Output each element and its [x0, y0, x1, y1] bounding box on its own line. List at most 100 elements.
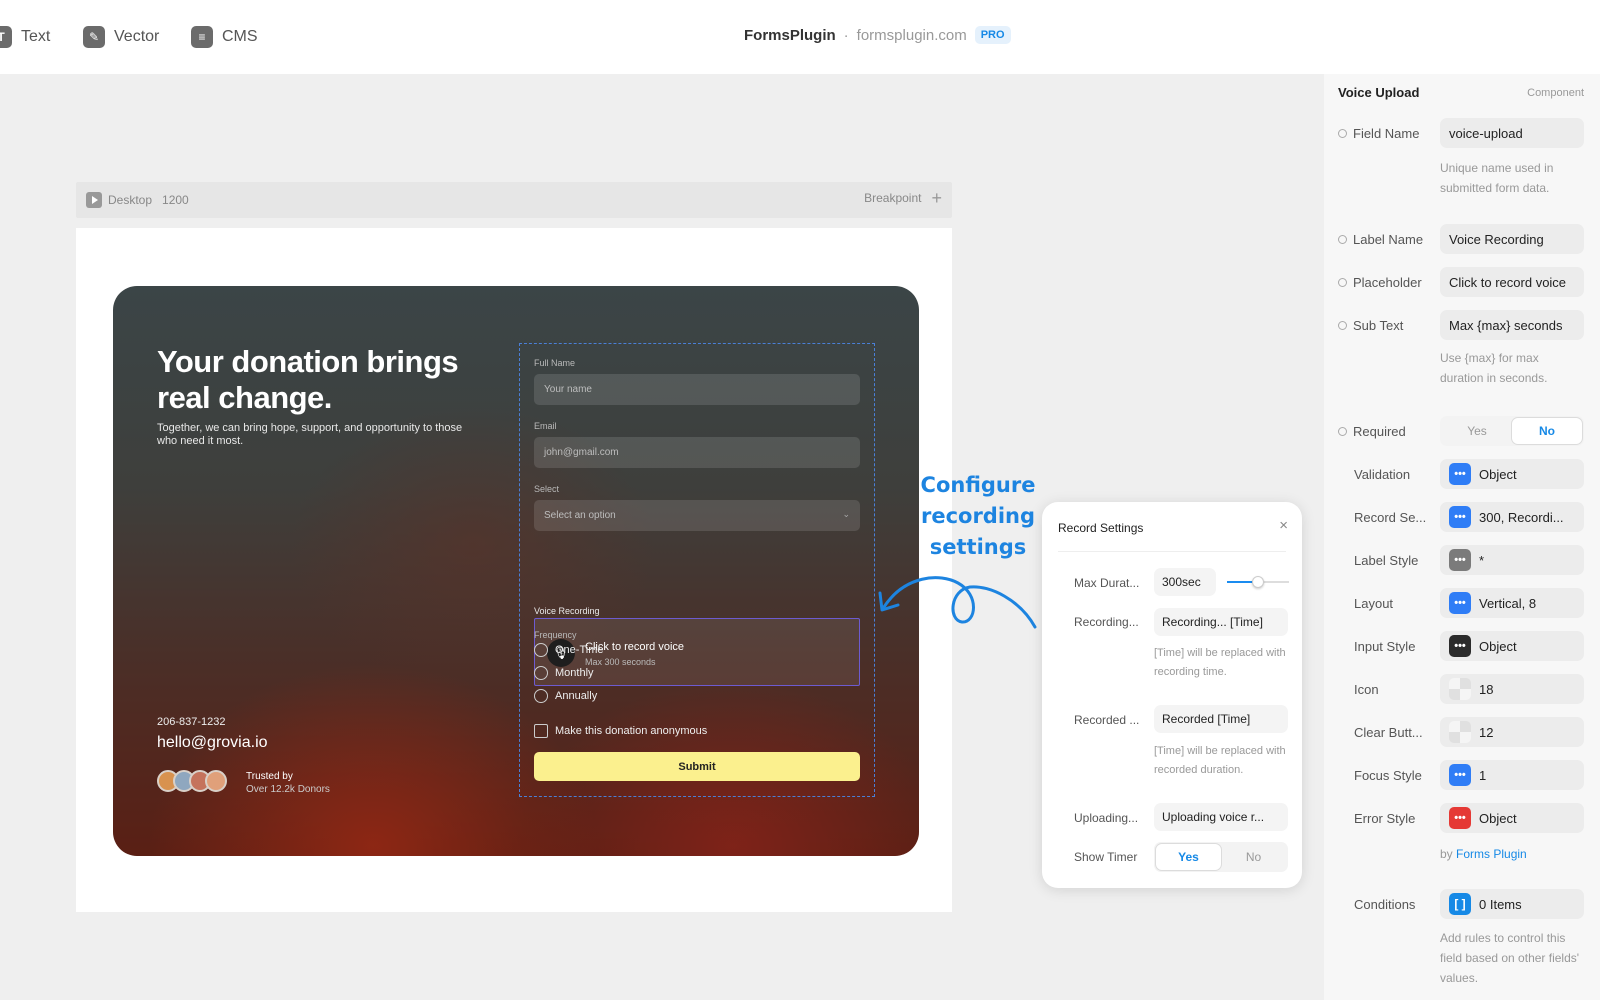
required-no[interactable]: No: [1512, 418, 1582, 444]
toolbar-text[interactable]: T Text: [0, 24, 50, 50]
brand-name: FormsPlugin: [744, 26, 836, 44]
toolbar-vector-label: Vector: [114, 28, 160, 45]
clear-button-label: Clear Butt...: [1354, 725, 1423, 740]
object-icon: •••: [1449, 635, 1471, 657]
error-style-label: Error Style: [1354, 811, 1416, 826]
anonymous-checkbox[interactable]: Make this donation anonymous: [534, 724, 707, 738]
donation-card: Your donation brings real change. Togeth…: [113, 286, 919, 856]
field-value: Object: [1479, 466, 1517, 482]
focus-style-label: Focus Style: [1354, 768, 1422, 783]
show-timer-label: Show Timer: [1074, 850, 1138, 864]
field-name-input[interactable]: voice-upload: [1440, 118, 1584, 148]
radio-annually[interactable]: Annually: [534, 689, 597, 703]
select-dropdown[interactable]: Select an option ⌄: [534, 500, 860, 531]
subtext-input[interactable]: Max {max} seconds: [1440, 310, 1584, 340]
focus-style-control[interactable]: ••• 1: [1440, 760, 1584, 790]
full-name-input[interactable]: Your name: [534, 374, 860, 405]
frame-width: 1200: [162, 193, 189, 207]
label-text: Required: [1353, 424, 1406, 439]
close-icon[interactable]: ×: [1279, 517, 1288, 534]
trusted-title: Trusted by: [246, 771, 293, 782]
plugin-credit: by Forms Plugin: [1440, 844, 1580, 864]
label-style-control[interactable]: ••• *: [1440, 545, 1584, 575]
subtext-help: Use {max} for max duration in seconds.: [1440, 351, 1548, 385]
label-text: Sub Text: [1353, 318, 1404, 333]
brand: FormsPlugin · formsplugin.com PRO: [744, 26, 1011, 44]
input-style-control[interactable]: ••• Object: [1440, 631, 1584, 661]
panel-type: Component: [1527, 87, 1584, 99]
radio-label: One-Time: [555, 644, 604, 656]
max-duration-input[interactable]: 300sec: [1154, 568, 1216, 596]
required-yes[interactable]: Yes: [1442, 418, 1512, 444]
forms-plugin-link[interactable]: Forms Plugin: [1456, 847, 1527, 861]
breakpoint-control[interactable]: Breakpoint +: [864, 189, 942, 207]
radio-monthly[interactable]: Monthly: [534, 666, 594, 680]
object-icon: •••: [1449, 807, 1471, 829]
donation-form[interactable]: Full Name Your name Email john@gmail.com…: [519, 343, 875, 797]
validation-control[interactable]: ••• Object: [1440, 459, 1584, 489]
recording-text-input[interactable]: Recording... [Time]: [1154, 608, 1288, 636]
select-placeholder: Select an option: [544, 510, 616, 521]
radio-circle[interactable]: [534, 643, 548, 657]
layout-label: Layout: [1354, 596, 1394, 611]
radio-circle[interactable]: [534, 689, 548, 703]
show-timer-no[interactable]: No: [1221, 844, 1286, 870]
layout-control[interactable]: ••• Vertical, 8: [1440, 588, 1584, 618]
field-name-help: Unique name used in submitted form data.: [1440, 161, 1554, 195]
brand-domain[interactable]: formsplugin.com: [857, 27, 967, 44]
cms-icon: ≡: [191, 26, 213, 48]
clear-button-control[interactable]: 12: [1440, 717, 1584, 747]
property-dot-icon: [1338, 278, 1347, 287]
toolbar-vector[interactable]: ✎ Vector: [83, 24, 159, 50]
frame-device-label: Desktop: [108, 193, 153, 207]
slider-handle[interactable]: [1252, 576, 1264, 588]
icon-control[interactable]: 18: [1440, 674, 1584, 704]
email-input[interactable]: john@gmail.com: [534, 437, 860, 468]
max-duration-slider[interactable]: [1227, 576, 1289, 588]
uploading-text-input[interactable]: Uploading voice r...: [1154, 803, 1288, 831]
checkbox-box[interactable]: [534, 724, 548, 738]
radio-one-time[interactable]: One-Time: [534, 643, 604, 657]
annotation-line: settings: [929, 535, 1027, 559]
show-timer-yes[interactable]: Yes: [1156, 844, 1221, 870]
voice-sub: Max 300 seconds: [585, 657, 656, 667]
field-value: 0 Items: [1479, 896, 1522, 912]
label-name-input[interactable]: Voice Recording: [1440, 224, 1584, 254]
icon-label: Icon: [1354, 682, 1379, 697]
frame-device[interactable]: Desktop 1200: [86, 192, 189, 208]
radio-circle[interactable]: [534, 666, 548, 680]
placeholder-input[interactable]: Click to record voice: [1440, 267, 1584, 297]
contact-email: hello@grovia.io: [157, 734, 268, 751]
frame-header: Desktop 1200 Breakpoint +: [76, 182, 952, 218]
annotation-arrow-icon: [878, 576, 1037, 629]
submit-button[interactable]: Submit: [534, 752, 860, 781]
label-text: Placeholder: [1353, 275, 1422, 290]
annotation-line: Configure: [920, 473, 1036, 497]
object-icon: •••: [1449, 764, 1471, 786]
error-style-control[interactable]: ••• Object: [1440, 803, 1584, 833]
hero-headline: Your donation brings real change.: [157, 344, 459, 415]
max-duration-label: Max Durat...: [1074, 576, 1140, 590]
panel-title: Voice Upload: [1338, 85, 1420, 100]
field-value: Object: [1479, 810, 1517, 826]
play-icon[interactable]: [86, 192, 102, 208]
hero-subline: Together, we can bring hope, support, an…: [157, 422, 463, 447]
record-settings-control[interactable]: ••• 300, Recordi...: [1440, 502, 1584, 532]
recorded-text-input[interactable]: Recorded [Time]: [1154, 705, 1288, 733]
donor-avatars: [157, 770, 227, 792]
field-value: 1: [1479, 767, 1487, 783]
field-value: 300, Recordi...: [1479, 509, 1564, 525]
required-label: Required: [1338, 424, 1406, 439]
recorded-hint: [Time] will be replaced with recorded du…: [1154, 745, 1286, 776]
field-value: 18: [1479, 681, 1494, 697]
add-icon[interactable]: +: [931, 189, 942, 207]
required-toggle[interactable]: Yes No: [1440, 416, 1584, 446]
show-timer-toggle[interactable]: Yes No: [1154, 842, 1288, 872]
conditions-control[interactable]: [ ] 0 Items: [1440, 889, 1584, 919]
trusted-by: Trusted by Over 12.2k Donors: [246, 770, 330, 796]
object-icon: •••: [1449, 506, 1471, 528]
frequency-label: Frequency: [534, 630, 577, 640]
toolbar-cms[interactable]: ≡ CMS: [191, 24, 258, 50]
field-value: *: [1479, 552, 1485, 568]
subtext-label: Sub Text: [1338, 318, 1403, 333]
